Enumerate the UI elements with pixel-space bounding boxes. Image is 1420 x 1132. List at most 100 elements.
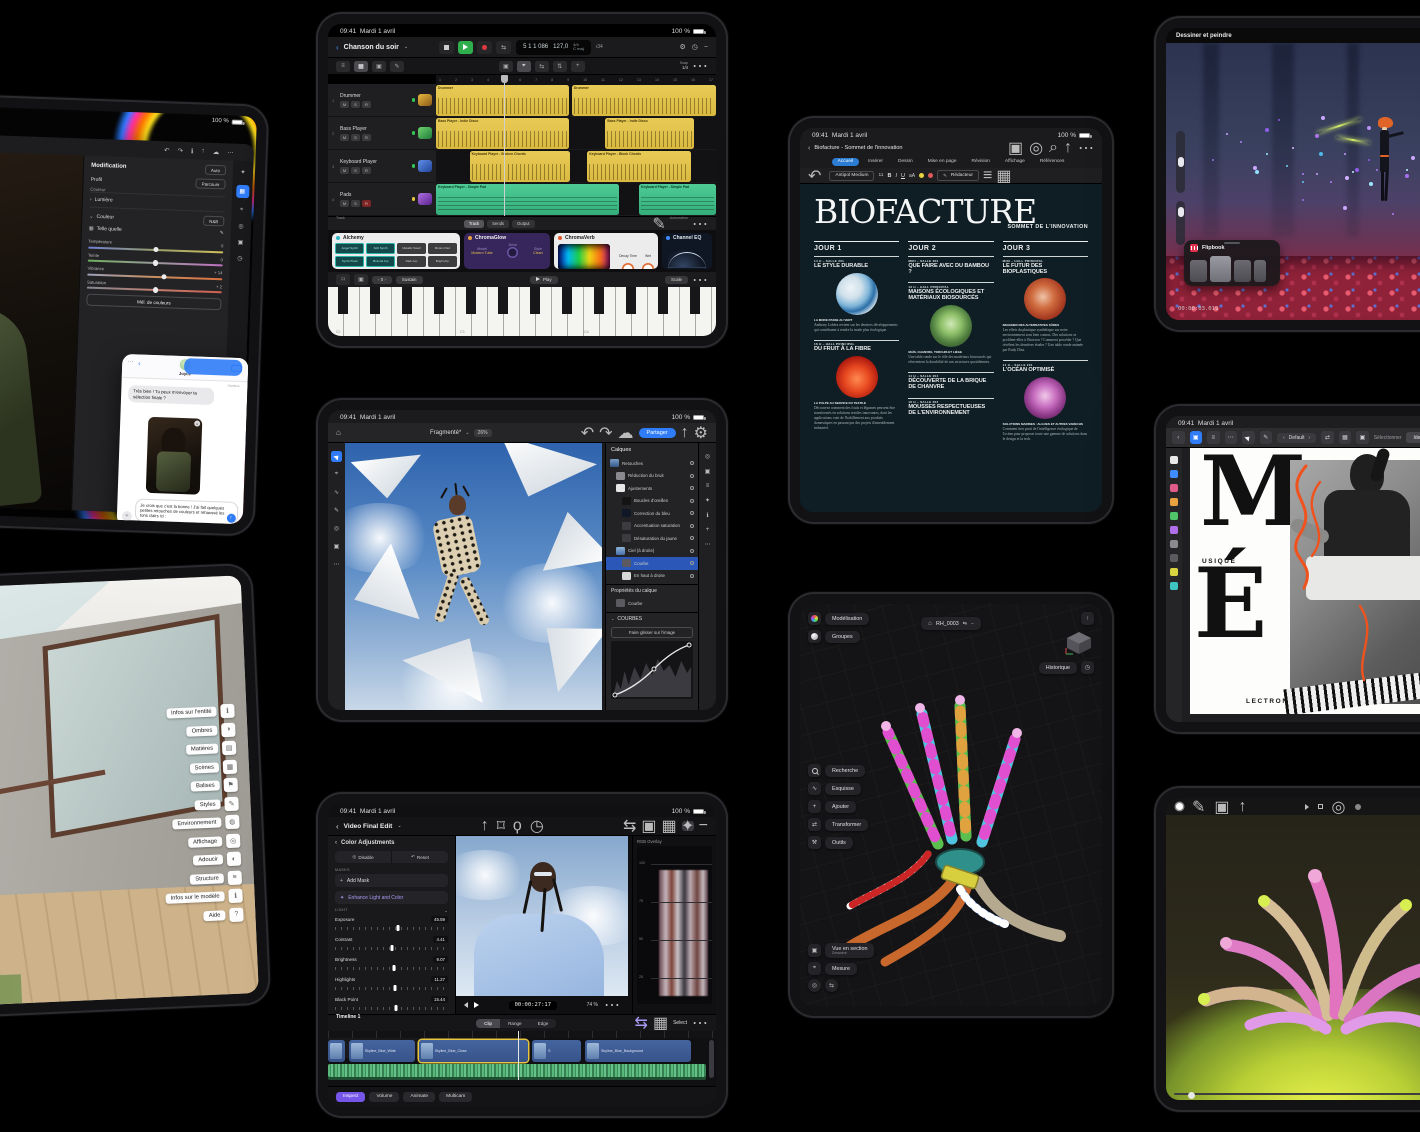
viewer[interactable] bbox=[456, 836, 628, 996]
layers-icon[interactable]: ▣ bbox=[1214, 798, 1229, 817]
poster-letter-e[interactable]: É bbox=[1194, 566, 1267, 643]
timeline-tool-button[interactable]: Multicam bbox=[439, 1092, 472, 1102]
slider-knob[interactable] bbox=[152, 260, 158, 266]
ribbon-tab[interactable]: Dessin bbox=[892, 158, 919, 166]
font-size[interactable]: 11 bbox=[878, 173, 883, 178]
play-icon[interactable] bbox=[474, 1002, 479, 1008]
photo-canvas[interactable] bbox=[0, 144, 83, 510]
canvas[interactable] bbox=[345, 443, 602, 710]
arrange-area[interactable]: Drummer Drummer Bass Player - Indie Disc… bbox=[436, 84, 716, 216]
split-view-icon[interactable]: ▣ bbox=[641, 816, 656, 836]
decay-knob[interactable]: Decay Time bbox=[619, 244, 637, 269]
close-icon[interactable]: × bbox=[194, 420, 200, 426]
footer-output-tab[interactable]: Output bbox=[512, 220, 535, 228]
node-tool[interactable] bbox=[1170, 470, 1178, 478]
groups-icon[interactable] bbox=[808, 630, 821, 643]
region[interactable]: Drummer bbox=[436, 85, 569, 116]
export-icon[interactable]: ↑ bbox=[681, 424, 689, 442]
back-icon[interactable]: ‹ bbox=[808, 145, 810, 152]
back-icon[interactable]: ‹ bbox=[336, 43, 339, 52]
home-icon[interactable]: ⌂ bbox=[928, 620, 932, 627]
home-icon[interactable]: ⌂ bbox=[336, 428, 341, 437]
cloud-sync-icon[interactable]: ☁ bbox=[213, 147, 220, 155]
groups-button[interactable]: Groupes bbox=[825, 631, 860, 643]
plugin-channeleq[interactable]: Channel EQ bbox=[662, 233, 712, 269]
prev-icon[interactable]: ‹ bbox=[1283, 435, 1285, 441]
brush-tool[interactable] bbox=[1170, 498, 1178, 506]
more-icon[interactable]: ⋯ bbox=[692, 56, 708, 76]
collapse-icon[interactable]: − bbox=[699, 817, 708, 835]
brush-tool-icon[interactable]: ✎ bbox=[1260, 431, 1273, 444]
layer-row[interactable]: Correction du bleu bbox=[606, 507, 698, 520]
record-enable-button[interactable]: R bbox=[362, 101, 371, 108]
layer-visibility-icon[interactable] bbox=[690, 549, 694, 553]
back-icon[interactable]: ‹ bbox=[138, 360, 141, 367]
adjustment-slider[interactable]: Vibrance + 14 bbox=[87, 266, 222, 280]
preview-icon[interactable]: ◎ bbox=[705, 453, 710, 460]
region[interactable]: Bass Player - Indie Disco bbox=[605, 118, 693, 149]
timecode[interactable]: 00:00:27:17 bbox=[509, 1001, 557, 1010]
chevron-down-icon[interactable]: ⌄ bbox=[444, 908, 448, 913]
layer-row[interactable]: Ciel (à droite) bbox=[606, 545, 698, 558]
zoom-tool-icon[interactable]: + bbox=[571, 61, 585, 72]
eyedropper-icon[interactable]: ✎ bbox=[220, 230, 224, 236]
menu-icon[interactable]: ≡ bbox=[1207, 431, 1220, 444]
align-icon[interactable]: ≡ bbox=[983, 167, 992, 185]
slider-track[interactable] bbox=[335, 945, 448, 951]
back-icon[interactable]: ‹ bbox=[1172, 431, 1185, 444]
section-view-button[interactable]: Vue en sectionDésactivé bbox=[825, 943, 874, 958]
video-clip[interactable] bbox=[328, 1040, 345, 1062]
timeline-name[interactable]: Timeline 1 bbox=[336, 1014, 360, 1020]
crop-icon[interactable]: ▣ bbox=[238, 239, 244, 246]
play-mode-button[interactable]: Play bbox=[530, 276, 558, 284]
octave-stepper[interactable]: ‹ 0 › bbox=[372, 276, 392, 284]
bw-button[interactable]: N&B bbox=[203, 216, 224, 227]
panel-button[interactable]: ? bbox=[229, 907, 244, 922]
layer-visibility-icon[interactable] bbox=[690, 524, 694, 528]
project-title[interactable]: Chanson du soir bbox=[344, 44, 399, 51]
eyedropper-tool[interactable] bbox=[1170, 582, 1178, 590]
align-icon[interactable]: ▦ bbox=[1339, 431, 1352, 444]
viewer-zoom[interactable]: 74 % bbox=[587, 1002, 598, 1008]
layer-row[interactable]: Désaturation du jaune bbox=[606, 532, 698, 545]
add-attachment-button[interactable]: + bbox=[122, 511, 132, 521]
track-header[interactable]: 2 Bass Player M S R bbox=[328, 117, 436, 150]
slider-value[interactable]: 9.07 bbox=[433, 956, 448, 963]
layer-visibility-icon[interactable] bbox=[690, 474, 694, 478]
alchemy-pad[interactable]: Motion Pad bbox=[428, 243, 457, 254]
auto-button[interactable]: Auto bbox=[205, 165, 226, 176]
list-icon[interactable]: ▦ bbox=[996, 166, 1011, 186]
alchemy-pad[interactable]: Bright Arp bbox=[428, 256, 457, 267]
history-clock-icon[interactable]: ◷ bbox=[1081, 661, 1094, 674]
info-icon[interactable]: ℹ bbox=[191, 147, 194, 155]
flip-icon[interactable]: ⇄ bbox=[1321, 431, 1334, 444]
adjustment-slider[interactable]: Contrast 4.41 bbox=[335, 936, 448, 951]
brush-size-slider[interactable] bbox=[1176, 131, 1185, 193]
animation-canvas[interactable]: Flipbook 00:00:03.019 bbox=[1166, 43, 1420, 320]
solo-button[interactable]: S bbox=[351, 134, 360, 141]
browse-button[interactable]: Parcourir bbox=[196, 178, 226, 189]
playhead[interactable] bbox=[504, 75, 505, 216]
brush-tool[interactable]: ✎ bbox=[331, 505, 342, 516]
panel-button[interactable]: ◐ bbox=[227, 852, 242, 867]
layer-visibility-icon[interactable] bbox=[690, 486, 694, 490]
import-icon[interactable]: ↑ bbox=[481, 816, 489, 836]
property-item[interactable]: Courbe bbox=[606, 597, 698, 610]
editors-view-icon[interactable]: ▣ bbox=[372, 61, 386, 72]
layers-icon[interactable]: ▣ bbox=[705, 468, 711, 475]
layer-row[interactable]: Accentuation saturation bbox=[606, 520, 698, 533]
timeline-playhead[interactable] bbox=[518, 1031, 519, 1080]
zoom-level[interactable]: 26% bbox=[474, 429, 492, 437]
timeline-scrollbar[interactable] bbox=[709, 1040, 714, 1078]
ribbon-tab[interactable]: Mise en page bbox=[922, 158, 963, 166]
piano-keyboard[interactable]: C2 C3 C4 bbox=[328, 287, 716, 336]
plugin-alchemy[interactable]: Alchemy Angel SynthSoft SynthMetallic Sw… bbox=[332, 233, 460, 269]
layer-row[interactable]: Courbe bbox=[606, 557, 698, 570]
region[interactable]: Keyboard Player - Simple Pad bbox=[436, 184, 619, 215]
heal-icon[interactable]: ◎ bbox=[238, 223, 243, 230]
alchemy-pad[interactable]: Synth Pluck bbox=[335, 256, 364, 267]
3d-model-canvas[interactable] bbox=[810, 684, 1090, 974]
crop-tool[interactable]: ▣ bbox=[331, 541, 342, 552]
adjustment-slider[interactable]: Température 0 bbox=[88, 239, 223, 253]
more-icon[interactable]: ⋯ bbox=[1225, 431, 1238, 444]
